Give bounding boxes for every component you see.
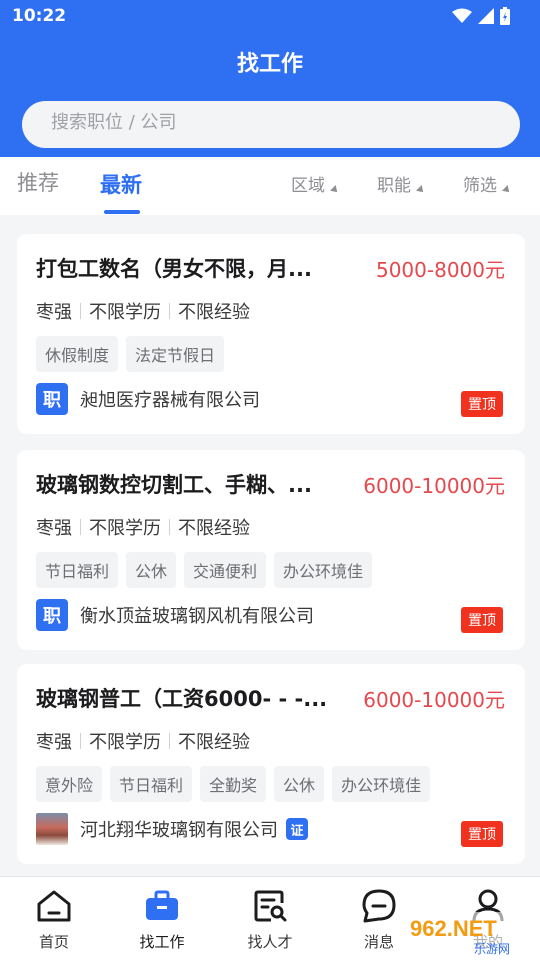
resume-search-icon xyxy=(254,890,287,922)
tab-latest[interactable]: 最新 xyxy=(100,169,142,199)
job-tag: 交通便利 xyxy=(184,552,267,588)
job-title: 打包工数名（男女不限，月... xyxy=(36,257,312,281)
search-box[interactable] xyxy=(22,101,520,148)
company-row[interactable]: 职 昶旭医疗器械有限公司 xyxy=(36,383,260,415)
nav-jobs[interactable]: 找工作 xyxy=(122,887,202,952)
job-location: 枣强 xyxy=(36,302,72,323)
message-icon xyxy=(362,889,396,923)
job-tags: 意外险 节日福利 全勤奖 公休 办公环境佳 xyxy=(36,766,431,802)
company-row[interactable]: 职 衡水顶益玻璃钢风机有限公司 xyxy=(36,599,314,631)
divider xyxy=(169,303,170,319)
signal-icon xyxy=(478,8,494,24)
job-tag: 节日福利 xyxy=(36,552,119,588)
nav-home[interactable]: 首页 xyxy=(14,887,94,952)
job-experience: 不限经验 xyxy=(178,302,250,323)
filter-function[interactable]: 职能 xyxy=(377,171,426,196)
nav-jobs-label: 找工作 xyxy=(139,933,185,951)
filter-region[interactable]: 区域 xyxy=(291,171,340,196)
filter-more-label: 筛选 xyxy=(463,176,497,196)
pinned-badge: 置顶 xyxy=(461,391,503,417)
divider xyxy=(80,303,81,319)
job-title: 玻璃钢普工（工资6000- - -... xyxy=(36,687,328,711)
home-icon xyxy=(37,890,71,922)
divider xyxy=(80,733,81,749)
dropdown-triangle-icon xyxy=(502,185,512,195)
job-card[interactable]: 玻璃钢数控切割工、手糊、... 6000-10000元 枣强 不限学历 不限经验… xyxy=(17,450,525,650)
divider xyxy=(169,733,170,749)
job-tag: 办公环境佳 xyxy=(332,766,431,802)
job-experience: 不限经验 xyxy=(178,518,250,539)
page-title: 找工作 xyxy=(236,52,303,77)
search-input[interactable] xyxy=(51,112,491,133)
job-salary: 6000-10000元 xyxy=(363,688,505,712)
company-row[interactable]: 河北翔华玻璃钢有限公司 证 xyxy=(36,813,308,845)
wifi-icon xyxy=(452,8,472,23)
watermark-subtext: 乐游网 xyxy=(474,942,510,956)
status-time: 10:22 xyxy=(12,6,67,26)
watermark-962-logo: 962.NET 乐游网 xyxy=(402,912,536,956)
job-experience: 不限经验 xyxy=(178,732,250,753)
company-logo: 职 xyxy=(36,599,68,631)
job-title: 玻璃钢数控切割工、手糊、... xyxy=(36,473,312,497)
job-tag: 休假制度 xyxy=(36,336,119,372)
tab-recommended[interactable]: 推荐 xyxy=(17,167,59,197)
job-education: 不限学历 xyxy=(89,518,161,539)
dropdown-triangle-icon xyxy=(416,185,426,195)
pinned-badge: 置顶 xyxy=(461,821,503,847)
job-card[interactable]: 玻璃钢普工（工资6000- - -... 6000-10000元 枣强 不限学历… xyxy=(17,664,525,864)
pinned-badge: 置顶 xyxy=(461,607,503,633)
job-tags: 休假制度 法定节假日 xyxy=(36,336,225,372)
company-name: 衡水顶益玻璃钢风机有限公司 xyxy=(80,606,314,627)
verified-badge: 证 xyxy=(286,818,308,840)
watermark-text: 962.NET xyxy=(410,916,497,941)
job-meta: 枣强 不限学历 不限经验 xyxy=(36,728,250,754)
job-meta: 枣强 不限学历 不限经验 xyxy=(36,514,250,540)
job-education: 不限学历 xyxy=(89,302,161,323)
job-tag: 全勤奖 xyxy=(200,766,267,802)
job-tag: 法定节假日 xyxy=(126,336,225,372)
battery-icon xyxy=(500,7,510,25)
nav-talent[interactable]: 找人才 xyxy=(230,887,310,952)
company-name: 河北翔华玻璃钢有限公司 xyxy=(80,820,278,841)
job-tags: 节日福利 公休 交通便利 办公环境佳 xyxy=(36,552,373,588)
filter-region-label: 区域 xyxy=(291,176,325,196)
job-card[interactable]: 打包工数名（男女不限，月... 5000-8000元 枣强 不限学历 不限经验 … xyxy=(17,234,525,434)
header: 10:22 找工作 xyxy=(0,0,540,157)
job-salary: 5000-8000元 xyxy=(375,258,505,282)
job-meta: 枣强 不限学历 不限经验 xyxy=(36,298,250,324)
dropdown-triangle-icon xyxy=(330,185,340,195)
active-tab-indicator xyxy=(104,210,140,214)
status-bar: 10:22 xyxy=(0,0,540,34)
job-location: 枣强 xyxy=(36,518,72,539)
job-tag: 公休 xyxy=(126,552,177,588)
nav-talent-label: 找人才 xyxy=(247,933,293,951)
company-name: 昶旭医疗器械有限公司 xyxy=(80,390,260,411)
job-education: 不限学历 xyxy=(89,732,161,753)
nav-home-label: 首页 xyxy=(38,933,69,951)
job-location: 枣强 xyxy=(36,732,72,753)
briefcase-icon xyxy=(146,890,178,920)
job-tag: 办公环境佳 xyxy=(274,552,373,588)
job-tag: 节日福利 xyxy=(110,766,193,802)
status-icons xyxy=(452,7,510,25)
job-tag: 意外险 xyxy=(36,766,103,802)
company-photo-logo xyxy=(36,813,68,845)
divider xyxy=(169,519,170,535)
company-logo: 职 xyxy=(36,383,68,415)
job-tag: 公休 xyxy=(274,766,325,802)
tab-bar: 推荐 最新 区域 职能 筛选 xyxy=(0,157,540,215)
divider xyxy=(80,519,81,535)
filter-function-label: 职能 xyxy=(377,176,411,196)
job-salary: 6000-10000元 xyxy=(363,474,505,498)
filter-more[interactable]: 筛选 xyxy=(463,171,512,196)
